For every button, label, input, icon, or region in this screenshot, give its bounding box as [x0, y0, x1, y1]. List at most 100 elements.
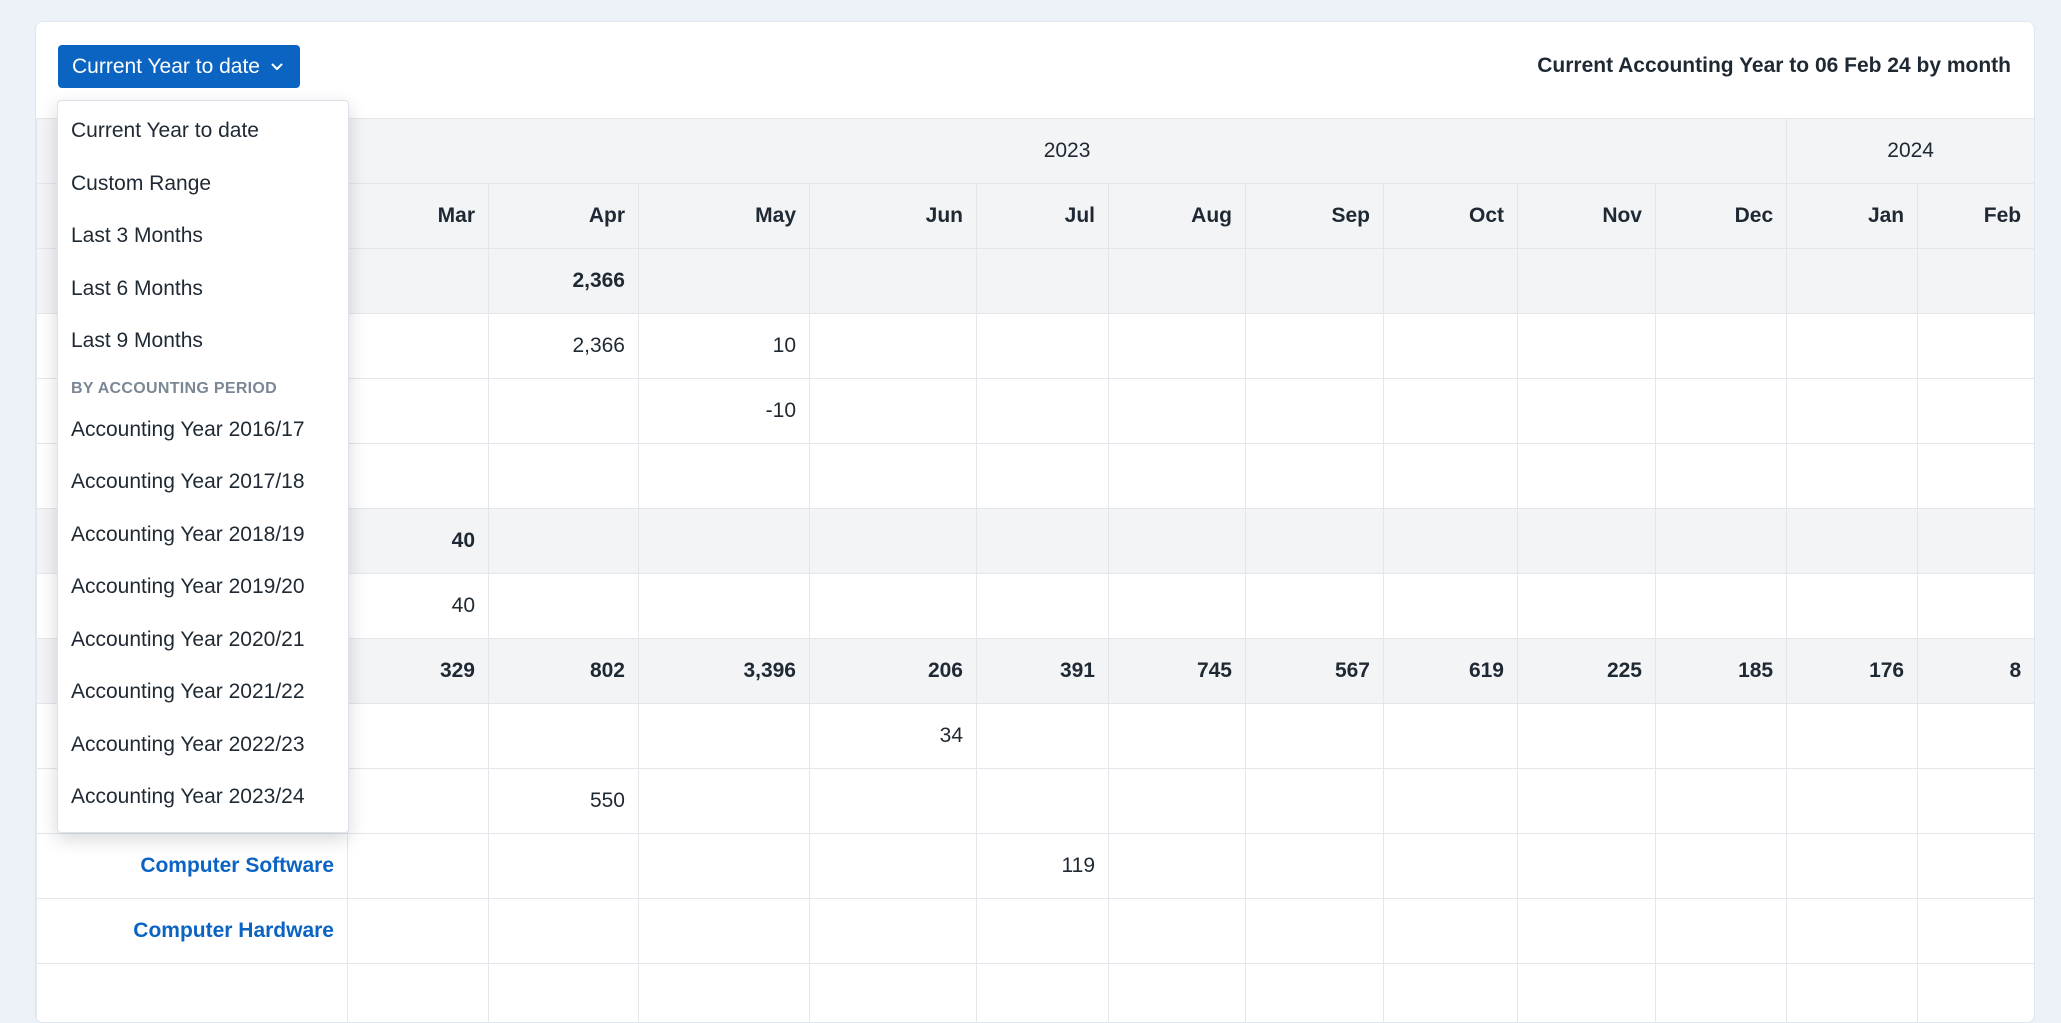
- value-cell: [1384, 769, 1518, 834]
- value-cell: 119: [977, 834, 1109, 899]
- value-cell: [810, 509, 977, 574]
- value-cell: [1656, 444, 1787, 509]
- value-cell: [1656, 314, 1787, 379]
- value-cell: [977, 379, 1109, 444]
- value-cell: [1384, 964, 1518, 1023]
- value-cell: [489, 704, 639, 769]
- dropdown-item[interactable]: Current Year to date: [58, 105, 348, 158]
- value-cell: [1246, 444, 1384, 509]
- dropdown-item[interactable]: Last 6 Months: [58, 263, 348, 316]
- value-cell: 329: [348, 639, 489, 704]
- dropdown-period-item[interactable]: Accounting Year 2018/19: [58, 509, 348, 562]
- value-cell: [1918, 574, 2035, 639]
- value-cell: [1246, 574, 1384, 639]
- value-cell: [1656, 379, 1787, 444]
- value-cell: [977, 574, 1109, 639]
- value-cell: [1918, 444, 2035, 509]
- value-cell: [1518, 964, 1656, 1023]
- value-cell: [1109, 704, 1246, 769]
- value-cell: [1918, 964, 2035, 1023]
- value-cell: 185: [1656, 639, 1787, 704]
- chevron-down-icon: [270, 60, 284, 74]
- value-cell: [1109, 899, 1246, 964]
- value-cell: 225: [1518, 639, 1656, 704]
- value-cell: [1246, 704, 1384, 769]
- dropdown-period-item[interactable]: Accounting Year 2016/17: [58, 404, 348, 457]
- value-cell: [1787, 509, 1918, 574]
- value-cell: [1656, 249, 1787, 314]
- quick-range-list: Current Year to dateCustom RangeLast 3 M…: [58, 105, 348, 368]
- value-cell: [639, 769, 810, 834]
- value-cell: [1787, 574, 1918, 639]
- value-cell: [1384, 704, 1518, 769]
- account-link[interactable]: Computer Hardware: [133, 919, 334, 942]
- value-cell: 40: [348, 509, 489, 574]
- dropdown-item[interactable]: Custom Range: [58, 158, 348, 211]
- account-link[interactable]: Computer Software: [140, 854, 334, 877]
- month-header: Aug: [1109, 184, 1246, 249]
- value-cell: [977, 444, 1109, 509]
- value-cell: [1787, 314, 1918, 379]
- period-select-button[interactable]: Current Year to date: [58, 45, 300, 88]
- value-cell: [1384, 249, 1518, 314]
- value-cell: 802: [489, 639, 639, 704]
- period-dropdown-menu: Current Year to dateCustom RangeLast 3 M…: [57, 100, 349, 833]
- value-cell: [977, 704, 1109, 769]
- value-cell: [1246, 899, 1384, 964]
- value-cell: [639, 444, 810, 509]
- value-cell: [1656, 574, 1787, 639]
- value-cell: [1246, 379, 1384, 444]
- value-cell: [1918, 704, 2035, 769]
- value-cell: [348, 444, 489, 509]
- value-cell: [1656, 834, 1787, 899]
- dropdown-period-item[interactable]: Accounting Year 2020/21: [58, 614, 348, 667]
- value-cell: [639, 899, 810, 964]
- value-cell: [810, 379, 977, 444]
- dropdown-item[interactable]: Last 3 Months: [58, 210, 348, 263]
- value-cell: [1518, 574, 1656, 639]
- dropdown-period-item[interactable]: Accounting Year 2021/22: [58, 666, 348, 719]
- value-cell: 40: [348, 574, 489, 639]
- month-header: Jun: [810, 184, 977, 249]
- value-cell: [810, 249, 977, 314]
- value-cell: 8: [1918, 639, 2035, 704]
- value-cell: [348, 899, 489, 964]
- value-cell: [1246, 834, 1384, 899]
- value-cell: [1656, 899, 1787, 964]
- month-header: Feb: [1918, 184, 2035, 249]
- month-header: Mar: [348, 184, 489, 249]
- value-cell: [1109, 314, 1246, 379]
- month-header: Apr: [489, 184, 639, 249]
- value-cell: [1109, 249, 1246, 314]
- value-cell: [1518, 834, 1656, 899]
- value-cell: [348, 834, 489, 899]
- value-cell: [810, 899, 977, 964]
- value-cell: 176: [1787, 639, 1918, 704]
- value-cell: [1246, 964, 1384, 1023]
- value-cell: [1384, 899, 1518, 964]
- dropdown-period-item[interactable]: Accounting Year 2017/18: [58, 456, 348, 509]
- value-cell: [348, 249, 489, 314]
- value-cell: [810, 964, 977, 1023]
- dropdown-period-item[interactable]: Accounting Year 2019/20: [58, 561, 348, 614]
- value-cell: [977, 249, 1109, 314]
- value-cell: 3,396: [639, 639, 810, 704]
- value-cell: [1384, 834, 1518, 899]
- dropdown-period-item[interactable]: Accounting Year 2022/23: [58, 719, 348, 772]
- value-cell: [1384, 379, 1518, 444]
- value-cell: [639, 964, 810, 1023]
- value-cell: [1518, 769, 1656, 834]
- value-cell: 2,366: [489, 249, 639, 314]
- value-cell: [1918, 769, 2035, 834]
- table-row: Computer Hardware: [37, 899, 2035, 964]
- dropdown-item[interactable]: Last 9 Months: [58, 315, 348, 368]
- year-header-2024: 2024: [1787, 119, 2035, 184]
- year-header-2023: 2023: [348, 119, 1787, 184]
- value-cell: [348, 314, 489, 379]
- value-cell: [810, 574, 977, 639]
- value-cell: [348, 379, 489, 444]
- value-cell: [489, 964, 639, 1023]
- value-cell: [489, 509, 639, 574]
- dropdown-period-item[interactable]: Accounting Year 2023/24: [58, 771, 348, 824]
- value-cell: [348, 769, 489, 834]
